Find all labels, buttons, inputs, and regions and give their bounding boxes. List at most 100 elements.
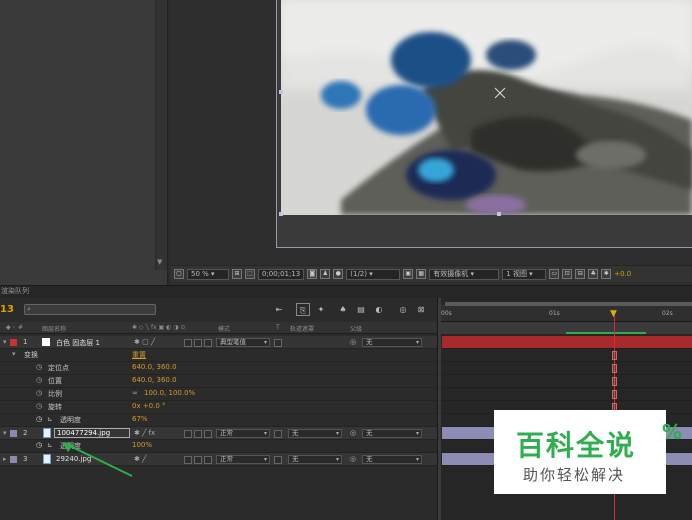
keyframe-marker[interactable] — [612, 390, 617, 399]
hide-shy-layers-icon[interactable]: ♠ — [336, 303, 350, 316]
parent-column[interactable]: 父级 — [350, 324, 362, 333]
label-color-swatch[interactable] — [10, 430, 17, 437]
switch-box[interactable] — [184, 456, 192, 464]
mask-icon[interactable]: ⬚ — [245, 269, 255, 279]
time-ruler[interactable] — [441, 304, 692, 322]
mode-value: 典型笔值 — [220, 338, 246, 346]
keyframe-marker[interactable] — [612, 377, 617, 386]
parent-dropdown[interactable]: 无 ▾ — [362, 455, 422, 464]
switch-box[interactable] — [204, 339, 212, 347]
mode-column[interactable]: 模式 — [218, 324, 230, 333]
playhead-marker-icon[interactable]: ▼ — [610, 310, 619, 319]
scroll-down-arrow-icon[interactable]: ▼ — [157, 258, 165, 266]
mode-dropdown[interactable]: 正常 ▾ — [216, 429, 270, 438]
flowchart-icon[interactable]: ♣ — [588, 269, 599, 279]
switch-box[interactable] — [184, 430, 192, 438]
parent-pickwhip-icon[interactable]: ◎ — [350, 338, 356, 346]
stopwatch-icon[interactable]: ◷ — [36, 376, 42, 384]
dropdown-arrow-icon: ▾ — [415, 456, 419, 463]
layer-1-duration-bar[interactable] — [442, 336, 692, 349]
grid-icon[interactable]: ⊞ — [232, 269, 242, 279]
switch-box[interactable] — [194, 430, 202, 438]
twirl-open-icon[interactable]: ▾ — [3, 338, 7, 346]
property-value[interactable]: 0x +0.0 ° — [132, 402, 166, 410]
layer-switches[interactable]: ✱ ╱ fx — [134, 429, 155, 437]
current-time-field[interactable]: 0;00;01;13 — [258, 268, 305, 280]
views-dropdown[interactable]: 1 视图 ▾ — [502, 268, 547, 280]
keyframe-marker[interactable] — [612, 364, 617, 373]
frame-blending-icon[interactable]: ▤ — [354, 303, 368, 316]
project-scrollbar[interactable] — [155, 0, 167, 270]
trkmat-dropdown[interactable]: 无 ▾ — [288, 429, 342, 438]
stopwatch-icon[interactable]: ◷ — [36, 363, 42, 371]
snapshot-icon[interactable]: ◙ — [307, 269, 318, 279]
stopwatch-icon[interactable]: ◷ — [36, 402, 42, 410]
twirl-closed-icon[interactable]: ▸ — [3, 455, 7, 463]
exposure-value[interactable]: +0.0 — [614, 270, 631, 278]
channel-icon[interactable]: ● — [333, 269, 344, 279]
draft-3d-icon[interactable]: ✦ — [314, 303, 328, 316]
camera-dropdown[interactable]: 有效摄像机 ▾ — [429, 268, 500, 280]
parent-dropdown[interactable]: 无 ▾ — [362, 429, 422, 438]
graph-editor-icon[interactable]: ◎ — [396, 303, 410, 316]
property-value[interactable]: 640.0, 360.0 — [132, 363, 177, 371]
motion-blur-icon[interactable]: ◐ — [372, 303, 386, 316]
transform-handle-bottom[interactable] — [497, 212, 501, 216]
property-value[interactable]: 67% — [132, 415, 148, 423]
switch-box[interactable] — [194, 339, 202, 347]
constrain-proportions-icon[interactable]: ∞ — [132, 389, 138, 397]
stopwatch-icon[interactable]: ◷ — [36, 389, 42, 397]
mode-dropdown[interactable]: 正常 ▾ — [216, 455, 270, 464]
label-color-swatch[interactable] — [10, 339, 17, 346]
timeline-timecode[interactable]: 13 — [0, 304, 14, 315]
trkmat-column[interactable]: 轨道遮罩 — [290, 324, 314, 333]
twirl-open-icon[interactable]: ▾ — [3, 429, 7, 437]
composition-preview-image[interactable] — [281, 0, 692, 215]
comp-mini-flowchart-icon[interactable]: ⇤ — [272, 303, 286, 316]
transform-handle-bottom-left[interactable] — [279, 212, 283, 216]
zoom-dropdown[interactable]: 50 % ▾ — [187, 268, 229, 280]
preserve-transparency-checkbox[interactable] — [274, 430, 282, 438]
parent-pickwhip-icon[interactable]: ◎ — [350, 429, 356, 437]
trkmat-dropdown[interactable]: 无 ▾ — [288, 455, 342, 464]
live-update-icon[interactable]: ⎘ — [296, 303, 310, 316]
preserve-transparency-checkbox[interactable] — [274, 339, 282, 347]
stopwatch-active-icon[interactable]: ◷ — [36, 441, 42, 449]
region-of-interest-icon[interactable]: ▣ — [403, 269, 414, 279]
always-preview-icon[interactable]: ▢ — [174, 269, 184, 279]
preserve-transparency-checkbox[interactable] — [274, 456, 282, 464]
layer-name-edit-field[interactable]: 100477294.jpg — [54, 428, 130, 438]
ruler-tick-1s: 01s — [549, 310, 560, 317]
switch-box[interactable] — [194, 456, 202, 464]
switch-box[interactable] — [204, 456, 212, 464]
mode-dropdown[interactable]: 典型笔值 ▾ — [216, 338, 270, 347]
label-color-swatch[interactable] — [10, 456, 17, 463]
keyframe-marker[interactable] — [612, 351, 617, 360]
property-value[interactable]: 100.0, 100.0% — [144, 389, 195, 397]
transform-group-row[interactable] — [0, 349, 438, 362]
stopwatch-active-icon[interactable]: ◷ — [36, 415, 42, 423]
transparency-grid-icon[interactable]: ▦ — [416, 269, 427, 279]
show-snapshot-icon[interactable]: ♟ — [320, 269, 331, 279]
render-queue-tab[interactable]: 渲染队列 — [0, 286, 29, 297]
parent-value: 无 — [366, 338, 373, 346]
property-value[interactable]: 640.0, 360.0 — [132, 376, 177, 384]
timeline-icon[interactable]: ⊟ — [575, 269, 586, 279]
layer-name[interactable]: 白色 固态层 1 — [56, 338, 100, 348]
layer-switches[interactable]: ✱ ▢ ╱ — [134, 338, 155, 346]
transform-reset-link[interactable]: 重置 — [132, 350, 146, 360]
fast-preview-icon[interactable]: ⊡ — [562, 269, 573, 279]
parent-dropdown[interactable]: 无 ▾ — [362, 338, 422, 347]
twirl-open-icon[interactable]: ▾ — [12, 350, 16, 358]
switch-box[interactable] — [204, 430, 212, 438]
parent-pickwhip-icon[interactable]: ◎ — [350, 455, 356, 463]
exposure-icon[interactable]: ✱ — [601, 269, 612, 279]
resolution-dropdown[interactable]: (1/2) ▾ — [346, 268, 401, 280]
layer-name-column[interactable]: 图层名称 — [42, 324, 66, 333]
brainstorm-icon[interactable]: ⊠ — [414, 303, 428, 316]
toggle-pixel-aspect-icon[interactable]: ▭ — [549, 269, 560, 279]
timeline-search-input[interactable] — [24, 304, 156, 315]
work-area-bar[interactable] — [445, 302, 692, 306]
switch-box[interactable] — [184, 339, 192, 347]
transform-handle-left[interactable] — [279, 90, 283, 94]
